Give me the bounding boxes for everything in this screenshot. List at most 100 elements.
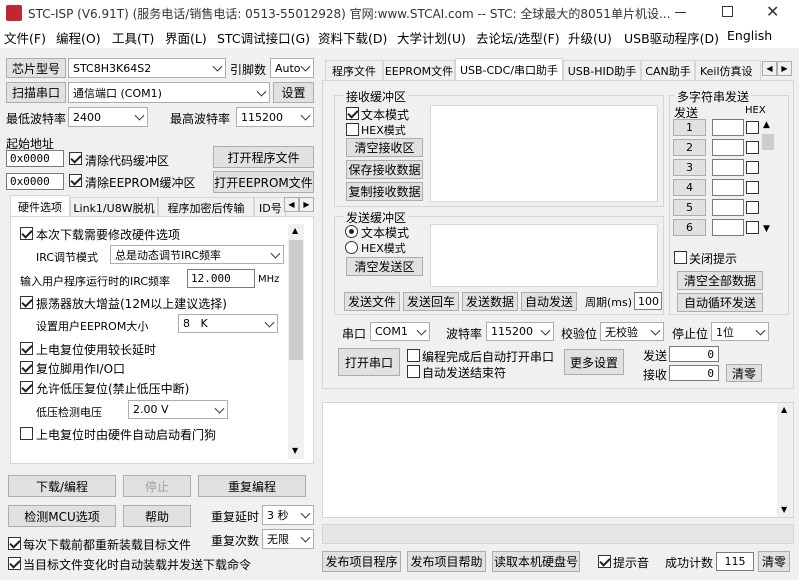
auto-load-checkbox[interactable] [8, 557, 21, 570]
auto-send-button[interactable]: 自动发送 [521, 292, 577, 311]
hardware-scrollbar[interactable]: ▲ ▼ [288, 224, 304, 459]
multi-send-row-button[interactable]: 1 [673, 119, 706, 136]
clear-all-data-button[interactable]: 清空全部数据 [677, 271, 763, 290]
menu-interface[interactable]: 界面(L) [165, 28, 207, 47]
scan-port-button[interactable]: 扫描串口 [6, 82, 66, 103]
scroll-thumb[interactable] [289, 240, 303, 360]
send-file-button[interactable]: 发送文件 [344, 292, 400, 311]
clear-eeprom-checkbox[interactable] [69, 174, 82, 187]
menu-debug[interactable]: STC调试接口(G) [217, 28, 310, 47]
clear-counts-button[interactable]: 清零 [726, 364, 762, 382]
output-log[interactable] [322, 402, 794, 518]
multi-send-row-button[interactable]: 6 [673, 219, 706, 236]
repeat-program-button[interactable]: 重复编程 [198, 475, 306, 497]
tab-program-file[interactable]: 程序文件 [325, 60, 383, 80]
menu-university[interactable]: 大学计划(U) [397, 28, 466, 47]
stop-button[interactable]: 停止 [123, 475, 191, 497]
multi-send-row-button[interactable]: 4 [673, 179, 706, 196]
lvd-select[interactable]: 2.00 V [128, 400, 228, 419]
receive-buffer-textarea[interactable] [430, 105, 658, 202]
clear-success-button[interactable]: 清零 [758, 551, 790, 572]
tab-encrypt[interactable]: 程序加密后传输 [158, 197, 254, 217]
modify-hw-options-checkbox[interactable] [20, 227, 33, 240]
multi-send-row-button[interactable]: 2 [673, 139, 706, 156]
tab-scroll-left-button[interactable]: ◀ [284, 197, 299, 212]
tab-link1[interactable]: Link1/U8W脱机 [70, 197, 158, 217]
menu-english[interactable]: English [727, 28, 772, 43]
tab-usb-cdc[interactable]: USB-CDC/串口助手 [455, 58, 563, 80]
publish-program-button[interactable]: 发布项目程序 [322, 551, 401, 572]
send-enter-button[interactable]: 发送回车 [403, 292, 459, 311]
open-eeprom-file-button[interactable]: 打开EEPROM文件 [213, 171, 314, 193]
multi-send-row-hex-checkbox[interactable] [746, 221, 759, 234]
long-delay-checkbox[interactable] [20, 342, 33, 355]
period-input[interactable]: 100 [634, 292, 662, 310]
menu-forum[interactable]: 去论坛/选型(F) [476, 28, 560, 47]
open-program-file-button[interactable]: 打开程序文件 [213, 146, 314, 168]
multi-scrollbar[interactable]: ▲ ▼ [761, 120, 775, 236]
multi-send-row-hex-checkbox[interactable] [746, 121, 759, 134]
tx-hex-mode-radio[interactable] [345, 241, 358, 254]
pin-count-select[interactable]: Auto [270, 58, 314, 78]
close-hint-checkbox[interactable] [674, 251, 687, 264]
multi-send-row-input[interactable] [712, 159, 744, 176]
menu-program[interactable]: 编程(O) [56, 28, 101, 47]
read-disk-id-button[interactable]: 读取本机硬盘号 [492, 551, 580, 572]
tab-hardware-options[interactable]: 硬件选项 [10, 195, 70, 217]
low-voltage-reset-checkbox[interactable] [20, 381, 33, 394]
clear-receive-button[interactable]: 清空接收区 [346, 138, 423, 157]
multi-send-row-hex-checkbox[interactable] [746, 141, 759, 154]
auto-open-serial-checkbox[interactable] [407, 349, 420, 362]
multi-send-row-hex-checkbox[interactable] [746, 201, 759, 214]
baud-rate-select[interactable]: 115200 [486, 322, 554, 341]
tab-scroll-right-button[interactable]: ▶ [777, 61, 792, 76]
tab-can[interactable]: CAN助手 [641, 60, 695, 80]
repeat-count-select[interactable]: 无限 [262, 529, 314, 549]
menu-file[interactable]: 文件(F) [4, 28, 46, 47]
menu-usb-driver[interactable]: USB驱动程序(D) [624, 28, 719, 47]
tab-scroll-left-button[interactable]: ◀ [762, 61, 777, 76]
multi-send-row-input[interactable] [712, 219, 744, 236]
close-button[interactable]: ✕ [766, 2, 779, 21]
send-buffer-textarea[interactable] [430, 224, 658, 287]
multi-send-row-button[interactable]: 3 [673, 159, 706, 176]
multi-send-row-hex-checkbox[interactable] [746, 181, 759, 194]
copy-receive-button[interactable]: 复制接收数据 [346, 182, 423, 201]
multi-send-row-hex-checkbox[interactable] [746, 161, 759, 174]
max-baud-select[interactable]: 115200 [236, 107, 314, 127]
tab-usb-hid[interactable]: USB-HID助手 [563, 60, 641, 80]
menu-upgrade[interactable]: 升级(U) [568, 28, 612, 47]
irc-freq-input[interactable]: 12.000 [187, 269, 255, 288]
osc-gain-checkbox[interactable] [20, 296, 33, 309]
reload-checkbox[interactable] [8, 537, 21, 550]
clear-code-checkbox[interactable] [69, 152, 82, 165]
multi-send-row-input[interactable] [712, 179, 744, 196]
multi-send-row-input[interactable] [712, 139, 744, 156]
rx-text-mode-checkbox[interactable] [346, 107, 359, 120]
sound-checkbox[interactable] [598, 555, 611, 568]
port-select[interactable]: 通信端口 (COM1) [68, 82, 270, 103]
clear-send-button[interactable]: 清空发送区 [346, 257, 423, 276]
min-baud-select[interactable]: 2400 [68, 107, 148, 127]
send-data-button[interactable]: 发送数据 [462, 292, 518, 311]
auto-end-char-checkbox[interactable] [407, 365, 420, 378]
auto-loop-send-button[interactable]: 自动循环发送 [677, 293, 763, 312]
scroll-thumb[interactable] [762, 134, 774, 150]
publish-help-button[interactable]: 发布项目帮助 [407, 551, 486, 572]
code-start-address[interactable]: 0x0000 [6, 150, 64, 167]
detect-mcu-button[interactable]: 检测MCU选项 [8, 505, 116, 527]
multi-send-row-input[interactable] [712, 119, 744, 136]
log-scrollbar[interactable]: ▲ ▼ [777, 403, 793, 517]
save-receive-button[interactable]: 保存接收数据 [346, 160, 423, 179]
repeat-delay-select[interactable]: 3 秒 [262, 505, 314, 525]
chip-model-select[interactable]: STC8H3K64S2 [68, 58, 226, 78]
reset-io-checkbox[interactable] [20, 361, 33, 374]
serial-port-select[interactable]: COM1 [370, 322, 430, 341]
settings-button[interactable]: 设置 [273, 82, 314, 103]
download-button[interactable]: 下载/编程 [8, 475, 116, 497]
tab-keil[interactable]: Keil仿真设 [695, 60, 761, 80]
tab-eeprom-file[interactable]: EEPROM文件 [383, 60, 455, 80]
tab-id[interactable]: ID号 [254, 197, 286, 217]
help-button[interactable]: 帮助 [123, 505, 191, 527]
menu-tools[interactable]: 工具(T) [112, 28, 154, 47]
